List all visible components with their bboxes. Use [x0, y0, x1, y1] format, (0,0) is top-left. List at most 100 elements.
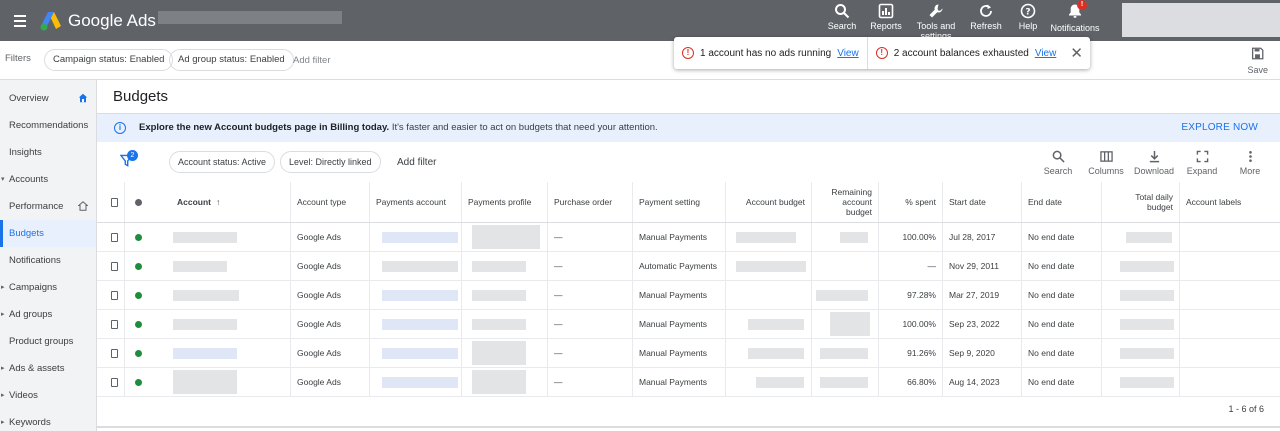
app-name: Google Ads	[68, 10, 156, 30]
account-status-filter-chip[interactable]: Account status: Active	[169, 151, 276, 173]
filters-label: Filters	[5, 53, 31, 64]
account-cell[interactable]	[171, 281, 291, 309]
payments-profile-header[interactable]: Payments profile	[462, 182, 548, 222]
level-filter-chip[interactable]: Level: Directly linked	[280, 151, 381, 173]
status-header-cell	[125, 182, 171, 222]
add-filter-button[interactable]: Add filter	[397, 157, 436, 168]
top-search-button[interactable]: Search	[820, 0, 864, 41]
explore-now-button[interactable]: EXPLORE NOW	[1181, 114, 1258, 142]
download-button[interactable]: Download	[1130, 150, 1178, 176]
budgets-table: Account ↑ Account type Payments account P…	[97, 182, 1280, 397]
select-all-cell	[97, 182, 125, 222]
sidebar-item-overview[interactable]: Overview	[0, 85, 96, 112]
banner-bold-text: Explore the new Account budgets page in …	[139, 122, 390, 133]
payments-account-cell[interactable]	[370, 310, 462, 338]
sidebar-item-videos[interactable]: Videos	[0, 382, 96, 409]
close-icon[interactable]: ✕	[1070, 44, 1083, 62]
start-date-header[interactable]: Start date	[943, 182, 1022, 222]
account-switcher-redacted[interactable]	[1122, 3, 1280, 37]
wrench-icon	[929, 4, 943, 18]
save-button[interactable]: Save	[1247, 47, 1268, 75]
campaign-status-filter-chip[interactable]: Campaign status: Enabled	[44, 49, 174, 71]
payments-account-cell[interactable]	[370, 252, 462, 280]
sidebar-item-performance[interactable]: Performance	[0, 193, 96, 220]
sidebar: Overview Recommendations Insights Accoun…	[0, 80, 97, 431]
more-vert-icon	[1248, 151, 1252, 162]
end-date-header[interactable]: End date	[1022, 182, 1102, 222]
top-actions: Search Reports Tools and settings Refres…	[820, 0, 1102, 41]
account-cell[interactable]	[171, 339, 291, 367]
top-refresh-button[interactable]: Refresh	[964, 0, 1008, 41]
account-cell[interactable]	[171, 368, 291, 396]
table-header-row: Account ↑ Account type Payments account P…	[97, 182, 1280, 223]
google-ads-logo[interactable]: Google Ads	[40, 11, 156, 31]
payments-account-cell[interactable]	[370, 368, 462, 396]
expand-button[interactable]: Expand	[1178, 150, 1226, 176]
sidebar-item-accounts[interactable]: Accounts	[0, 166, 96, 193]
view-no-ads-link[interactable]: View	[837, 48, 859, 59]
payment-setting-header[interactable]: Payment setting	[633, 182, 726, 222]
google-ads-logo-icon	[40, 11, 61, 30]
table-search-button[interactable]: Search	[1034, 150, 1082, 176]
add-filter-link[interactable]: Add filter	[293, 55, 331, 66]
remaining-budget-header[interactable]: Remaining account budget	[812, 182, 879, 222]
account-cell[interactable]	[171, 310, 291, 338]
row-checkbox[interactable]	[111, 261, 118, 271]
more-button[interactable]: More	[1226, 150, 1274, 176]
help-icon: ?	[1020, 3, 1036, 19]
row-checkbox[interactable]	[111, 232, 118, 242]
top-help-button[interactable]: ? Help	[1008, 0, 1048, 41]
sidebar-item-product-groups[interactable]: Product groups	[0, 328, 96, 355]
sidebar-item-ads-assets[interactable]: Ads & assets	[0, 355, 96, 382]
top-reports-button[interactable]: Reports	[864, 0, 908, 41]
menu-icon[interactable]	[0, 0, 40, 41]
sidebar-item-keywords[interactable]: Keywords	[0, 409, 96, 431]
account-budget-header[interactable]: Account budget	[726, 182, 812, 222]
account-cell[interactable]	[171, 223, 291, 251]
row-checkbox[interactable]	[111, 377, 118, 387]
columns-icon	[1099, 151, 1113, 162]
payments-account-header[interactable]: Payments account	[370, 182, 462, 222]
percent-spent-header[interactable]: % spent	[879, 182, 943, 222]
payments-profile-cell[interactable]	[462, 281, 548, 309]
sidebar-item-notifications[interactable]: Notifications	[0, 247, 96, 274]
sidebar-item-recommendations[interactable]: Recommendations	[0, 112, 96, 139]
alert-balances-exhausted: ! 2 account balances exhausted View	[868, 47, 1057, 59]
payments-profile-cell[interactable]	[462, 368, 548, 396]
reports-icon	[878, 3, 894, 19]
payments-account-cell[interactable]	[370, 223, 462, 251]
account-header[interactable]: Account ↑	[171, 182, 291, 222]
payments-account-cell[interactable]	[370, 339, 462, 367]
sidebar-item-campaigns[interactable]: Campaigns	[0, 274, 96, 301]
sidebar-item-budgets[interactable]: Budgets	[0, 220, 96, 247]
account-labels-header[interactable]: Account labels	[1180, 182, 1280, 222]
payments-profile-cell[interactable]	[462, 310, 548, 338]
sidebar-item-insights[interactable]: Insights	[0, 139, 96, 166]
table-row: Google Ads — Manual Payments 100.00% Sep…	[97, 310, 1280, 339]
status-enabled-dot	[135, 262, 142, 270]
payments-profile-cell[interactable]	[462, 339, 548, 367]
row-checkbox[interactable]	[111, 348, 118, 358]
view-balances-link[interactable]: View	[1035, 48, 1057, 59]
payments-profile-cell[interactable]	[462, 223, 548, 251]
row-checkbox[interactable]	[111, 290, 118, 300]
purchase-order-header[interactable]: Purchase order	[548, 182, 633, 222]
row-checkbox[interactable]	[111, 319, 118, 329]
top-tools-button[interactable]: Tools and settings	[908, 0, 964, 41]
account-type-header[interactable]: Account type	[291, 182, 370, 222]
main-content: Budgets i Explore the new Account budget…	[97, 80, 1280, 431]
table-row: Google Ads — Manual Payments 100.00% Jul…	[97, 223, 1280, 252]
sidebar-item-ad-groups[interactable]: Ad groups	[0, 301, 96, 328]
account-cell[interactable]	[171, 252, 291, 280]
ad-group-status-filter-chip[interactable]: Ad group status: Enabled	[169, 49, 294, 71]
columns-button[interactable]: Columns	[1082, 150, 1130, 176]
table-toolbar: 2 Account status: Active Level: Directly…	[97, 142, 1280, 182]
filter-count-badge: 2	[127, 150, 138, 161]
table-row: Google Ads — Manual Payments 91.26% Sep …	[97, 339, 1280, 368]
select-all-checkbox[interactable]	[111, 197, 118, 207]
payments-profile-cell[interactable]	[462, 252, 548, 280]
total-daily-budget-header[interactable]: Total daily budget	[1102, 182, 1180, 222]
top-notifications-button[interactable]: ! Notifications	[1048, 0, 1102, 41]
payments-account-cell[interactable]	[370, 281, 462, 309]
table-tools: Search Columns Download Expand More	[1034, 150, 1274, 176]
